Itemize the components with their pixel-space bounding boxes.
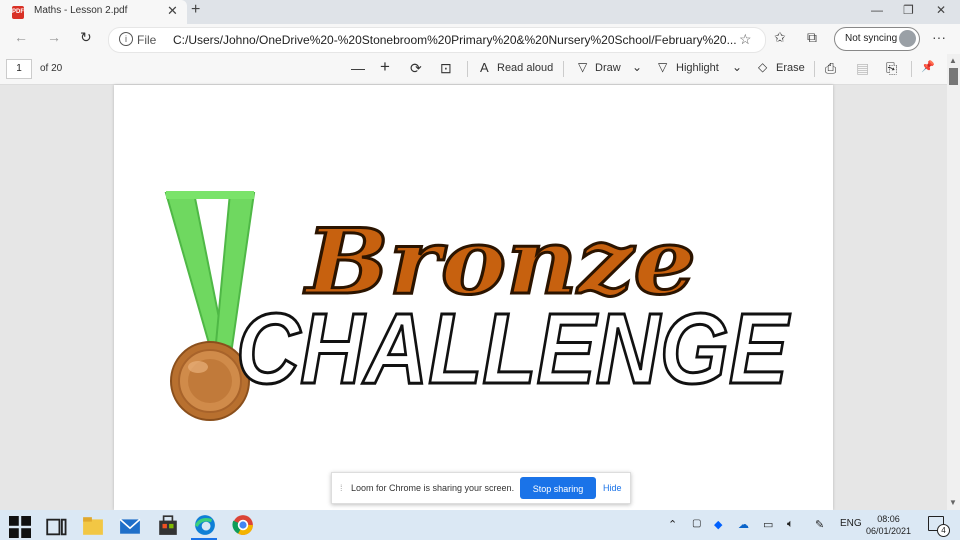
windows-taskbar: ⌃ ▢ ◆ ☁ ▭ 🔈︎ ✎ ENG 08:06 06/01/2021 4 xyxy=(0,510,960,540)
restore-button[interactable]: ❐ xyxy=(903,3,914,17)
loom-sharing-banner: ⁞ Loom for Chrome is sharing your screen… xyxy=(331,472,631,504)
pdf-toolbar: 1 of 20 — + ⟳ ⊡ A Read aloud ▽ Draw ⌄ ▽ … xyxy=(0,54,960,85)
tab-maths-lesson[interactable]: PDF Maths - Lesson 2.pdf ✕ xyxy=(0,0,187,24)
erase-button[interactable]: Erase xyxy=(776,62,805,74)
draw-icon[interactable]: ▽ xyxy=(578,60,587,74)
read-aloud-icon[interactable]: A xyxy=(480,60,489,75)
meet-now-icon[interactable]: ▢ xyxy=(692,518,701,529)
system-clock[interactable]: 08:06 06/01/2021 xyxy=(866,513,911,537)
file-explorer-icon[interactable] xyxy=(82,515,104,537)
clock-time: 08:06 xyxy=(877,514,900,524)
pdf-icon: PDF xyxy=(12,6,24,19)
windows-start-icon[interactable] xyxy=(9,516,31,538)
new-tab-button[interactable]: + xyxy=(191,1,200,19)
divider xyxy=(563,61,564,77)
save-icon[interactable]: ▤ xyxy=(856,60,869,77)
clock-date: 06/01/2021 xyxy=(866,526,912,536)
minimize-button[interactable]: — xyxy=(871,3,883,17)
volume-icon[interactable]: 🔈︎ xyxy=(787,518,794,531)
language-indicator[interactable]: ENG xyxy=(840,518,862,529)
scroll-thumb[interactable] xyxy=(949,68,958,85)
onedrive-icon[interactable]: ☁ xyxy=(738,518,749,531)
zoom-in-icon[interactable]: + xyxy=(380,57,390,77)
tab-title: Maths - Lesson 2.pdf xyxy=(34,5,128,16)
back-button[interactable]: ← xyxy=(14,29,28,45)
vertical-scrollbar[interactable]: ▲ ▼ xyxy=(947,54,960,510)
page-number-input[interactable]: 1 xyxy=(6,59,32,79)
divider xyxy=(814,61,815,77)
task-view-icon[interactable] xyxy=(46,516,68,538)
store-icon[interactable] xyxy=(157,514,179,536)
favorite-star-icon[interactable]: ☆ xyxy=(739,31,752,48)
stop-sharing-button[interactable]: Stop sharing xyxy=(520,477,596,499)
hide-banner-link[interactable]: Hide xyxy=(603,483,622,493)
read-aloud-button[interactable]: Read aloud xyxy=(497,62,553,74)
bronze-title: Bronze xyxy=(303,209,696,315)
edge-browser-icon[interactable] xyxy=(194,514,216,536)
scroll-up-icon[interactable]: ▲ xyxy=(949,56,957,65)
collections-icon[interactable]: ⧉ xyxy=(807,29,817,46)
dropbox-icon[interactable]: ◆ xyxy=(714,518,722,531)
refresh-button[interactable]: ↻ xyxy=(80,29,92,46)
pin-toolbar-icon[interactable]: 📌 xyxy=(921,60,935,73)
rotate-icon[interactable]: ⟳ xyxy=(410,60,422,77)
more-menu-icon[interactable]: ··· xyxy=(932,29,946,45)
draw-button[interactable]: Draw xyxy=(595,62,621,74)
loom-message: Loom for Chrome is sharing your screen. xyxy=(351,483,515,493)
fit-page-icon[interactable]: ⊡ xyxy=(440,60,452,77)
pen-icon[interactable]: ✎ xyxy=(815,518,824,531)
highlight-icon[interactable]: ▽ xyxy=(658,60,667,74)
divider xyxy=(467,61,468,77)
drag-handle-icon[interactable]: ⁞ xyxy=(340,483,343,493)
zoom-out-icon[interactable]: — xyxy=(351,60,365,76)
tray-overflow-icon[interactable]: ⌃ xyxy=(668,518,677,531)
tab-close-icon[interactable]: ✕ xyxy=(167,3,178,19)
navigation-bar: ← → ↻ i File C:/Users/Johno/OneDrive%20-… xyxy=(0,24,960,54)
info-icon[interactable]: i xyxy=(119,32,133,46)
forward-button[interactable]: → xyxy=(47,29,61,45)
url-text[interactable]: C:/Users/Johno/OneDrive%20-%20Stonebroom… xyxy=(173,33,737,47)
erase-icon[interactable]: ◇ xyxy=(758,60,767,74)
address-bar[interactable]: i File C:/Users/Johno/OneDrive%20-%20Sto… xyxy=(108,27,766,53)
close-window-button[interactable]: ✕ xyxy=(936,3,946,17)
sync-status: Not syncing xyxy=(845,33,898,44)
draw-options-chevron-icon[interactable]: ⌄ xyxy=(632,60,642,74)
scheme-label: File xyxy=(137,33,157,47)
notification-count-badge: 4 xyxy=(937,524,950,537)
save-as-icon[interactable]: ⎘ xyxy=(886,60,897,77)
favorites-icon[interactable]: ✩ xyxy=(774,29,786,46)
profile-sync-button[interactable]: Not syncing xyxy=(834,27,920,51)
mail-icon[interactable] xyxy=(119,515,141,537)
chrome-browser-icon[interactable] xyxy=(232,514,254,536)
page-total: of 20 xyxy=(40,63,63,74)
pdf-page: CHALLENGE Bronze xyxy=(114,85,833,510)
scroll-down-icon[interactable]: ▼ xyxy=(949,498,957,507)
divider xyxy=(911,61,912,77)
highlight-button[interactable]: Highlight xyxy=(676,62,719,74)
highlight-options-chevron-icon[interactable]: ⌄ xyxy=(732,60,742,74)
print-icon[interactable]: ⎙ xyxy=(825,60,836,77)
bronze-challenge-slide: CHALLENGE Bronze xyxy=(164,191,792,421)
avatar xyxy=(899,30,916,47)
network-icon[interactable]: ▭ xyxy=(763,518,773,531)
